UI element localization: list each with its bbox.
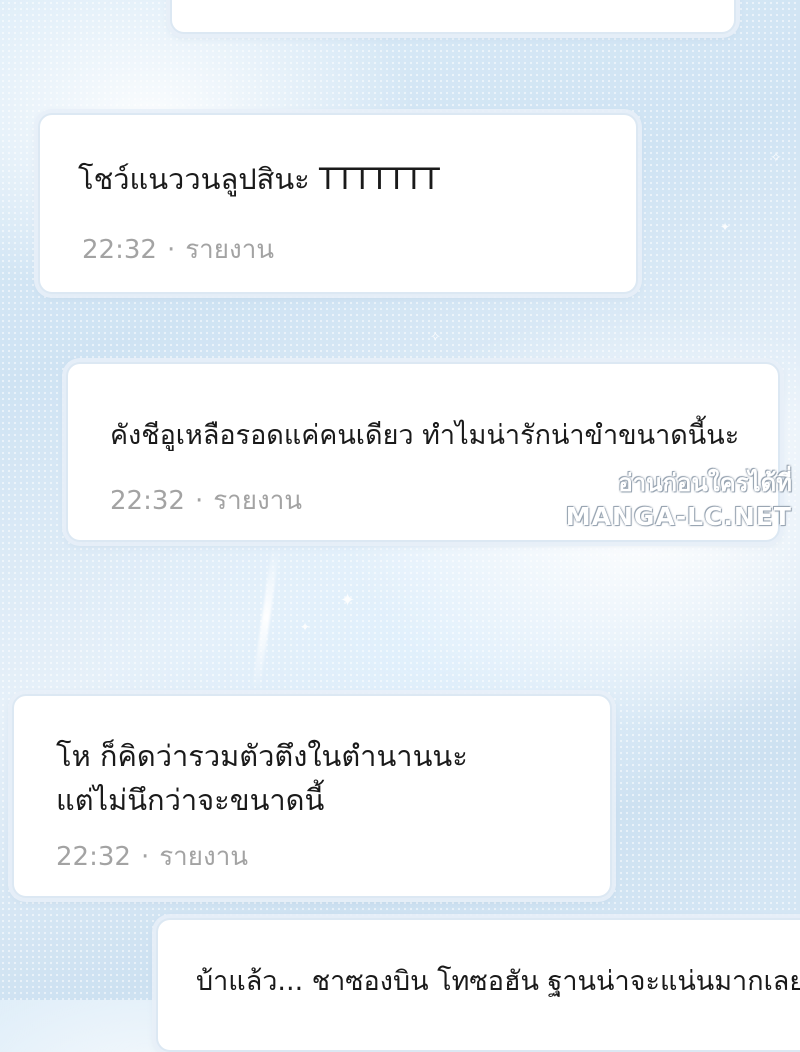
report-link[interactable]: รายงาน: [185, 235, 274, 265]
meta-separator: ·: [166, 235, 176, 265]
sparkle-icon: ✧: [770, 150, 782, 166]
meta-separator: ·: [140, 842, 150, 872]
comment-time: 22:32: [82, 235, 157, 265]
comment-text-line-2: แต่ไม่นึกว่าจะขนาดนี้: [56, 783, 325, 817]
comment-bubble: โชว์แนววนลูปสินะ TTTTTTT 22:32 · รายงาน: [38, 113, 638, 294]
comment-text: คังชีอูเหลือรอดแค่คนเดียว ทำไมน่ารักน่าข…: [110, 420, 740, 451]
sparkle-icon: ✦: [300, 620, 311, 634]
comment-time: 22:32: [56, 842, 131, 872]
comment-time: 22:32: [110, 486, 185, 516]
comment-meta: 22:32 · รายงาน: [56, 836, 248, 877]
light-beam-decoration: [251, 545, 281, 690]
report-link[interactable]: รายงาน: [213, 486, 302, 516]
comment-meta: 22:32 · รายงาน: [82, 229, 274, 270]
meta-separator: ·: [194, 486, 204, 516]
comment-bubble: [170, 0, 736, 34]
comment-text: โชว์แนววนลูปสินะ TTTTTTT: [78, 162, 440, 196]
watermark-line-1: อ่านก่อนใครได้ที่: [618, 469, 792, 497]
sparkle-icon: ✦: [340, 590, 356, 611]
sparkle-icon: ✦: [720, 220, 731, 234]
report-link[interactable]: รายงาน: [159, 842, 248, 872]
comment-text-line-1: โห ก็คิดว่ารวมตัวตึงในตำนานนะ: [56, 739, 468, 773]
comment-meta: 22:32 · รายงาน: [110, 480, 302, 521]
comment-bubble: บ้าแล้ว... ชาซองบิน โทซอฮัน ฐานน่าจะแน่น…: [156, 918, 800, 1052]
comment-text: บ้าแล้ว... ชาซองบิน โทซอฮัน ฐานน่าจะแน่น…: [196, 966, 800, 997]
sparkle-icon: ✧: [430, 330, 441, 345]
comment-bubble: โห ก็คิดว่ารวมตัวตึงในตำนานนะ แต่ไม่นึกว…: [12, 694, 612, 898]
watermark-line-2: MANGA-LC.NET: [565, 502, 792, 531]
watermark: อ่านก่อนใครได้ที่ MANGA-LC.NET: [556, 466, 792, 534]
